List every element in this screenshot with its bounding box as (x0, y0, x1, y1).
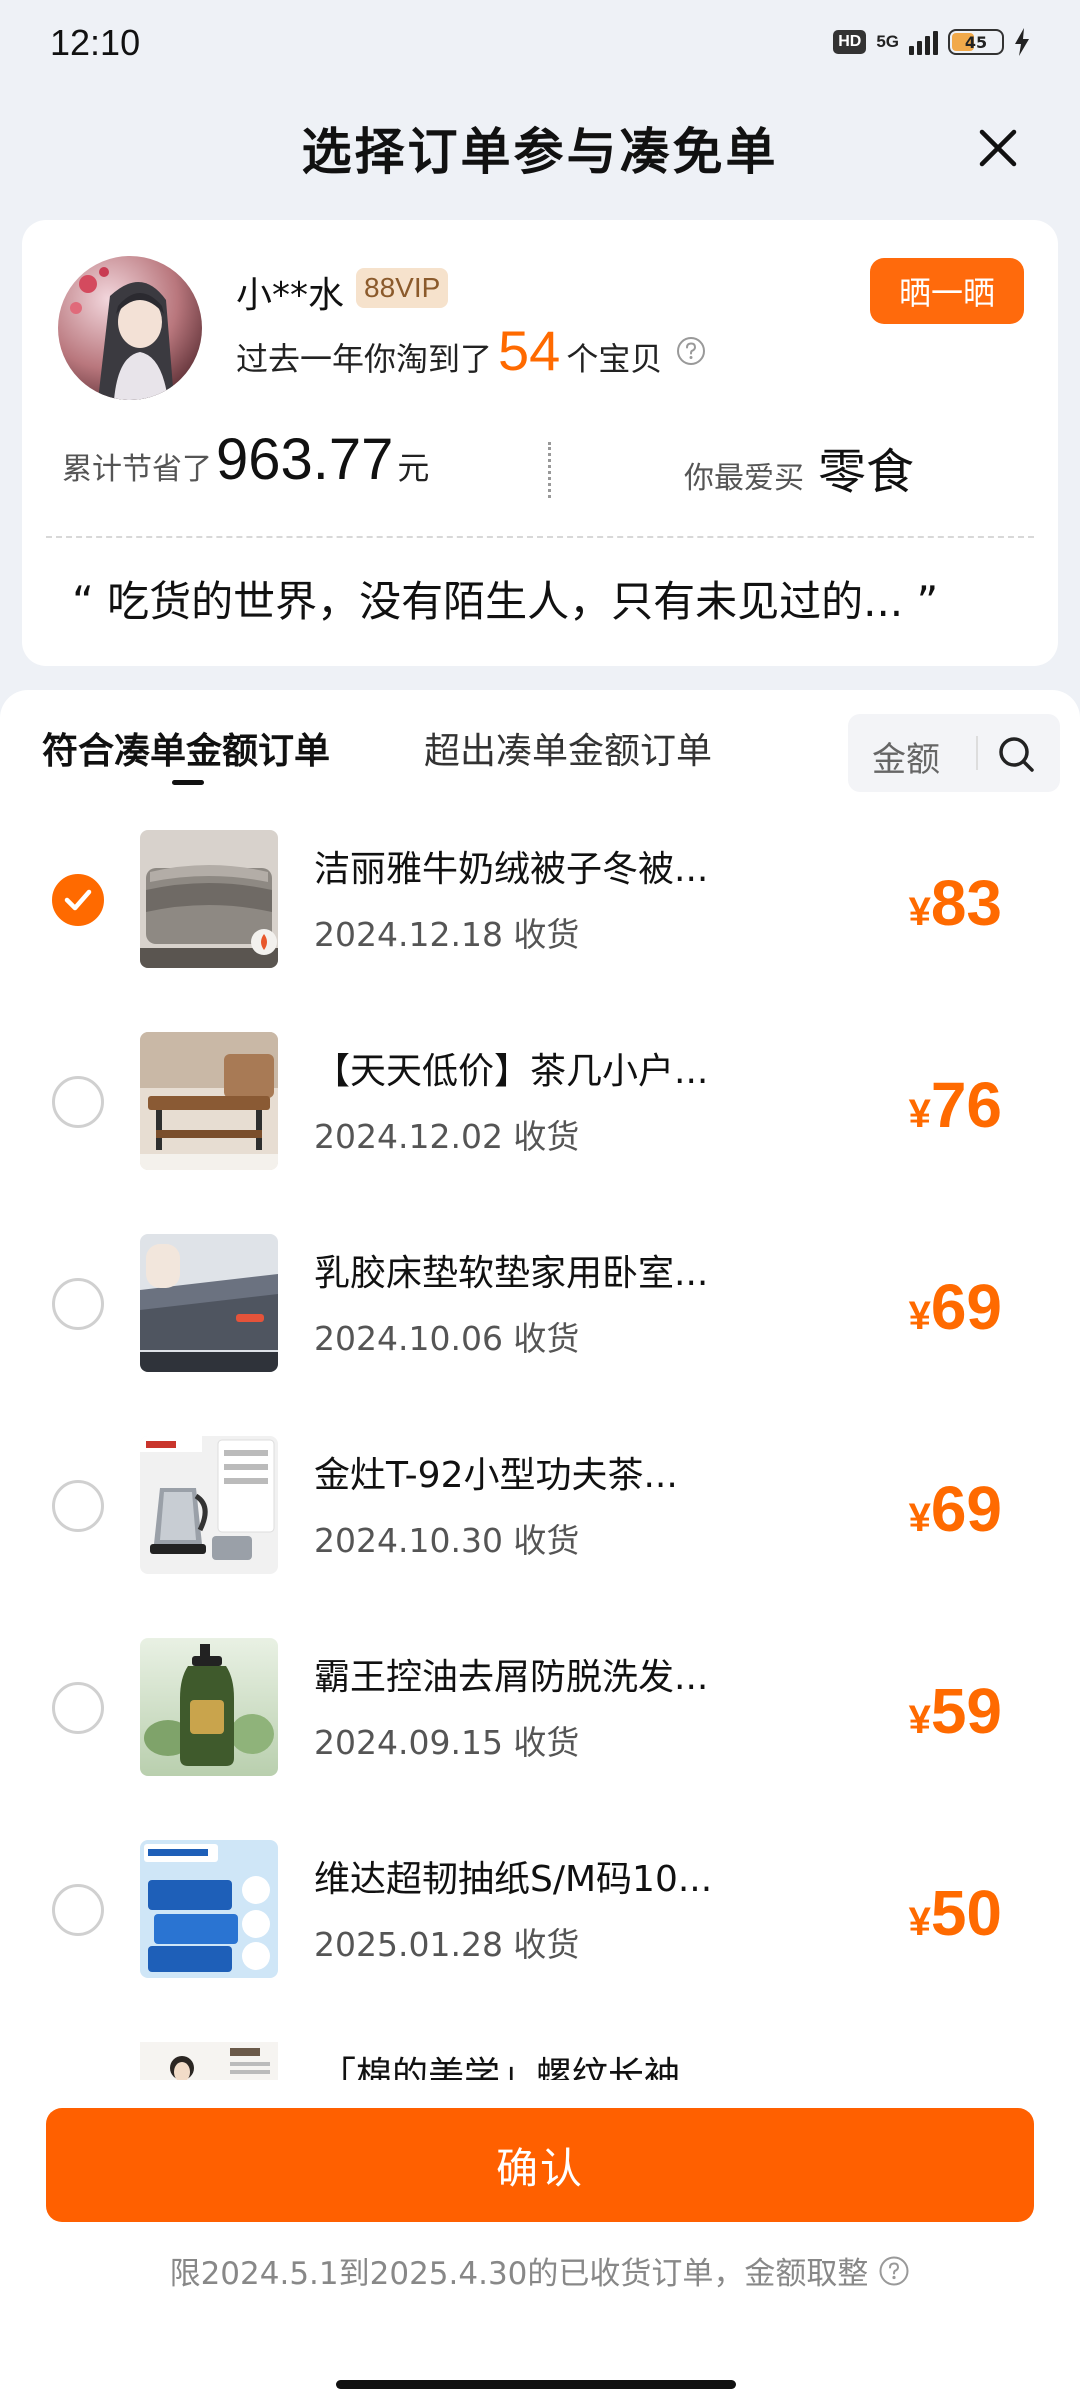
stats-divider (548, 442, 551, 498)
order-date: 2024.12.18 收货 (314, 915, 580, 954)
order-price: ¥50 (909, 1876, 1002, 1950)
order-item[interactable]: 乳胶床垫软垫家用卧室... 2024.10.06 收货 ¥69 (0, 1234, 1080, 1436)
status-time: 12:10 (50, 22, 141, 63)
order-price: ¥76 (909, 1068, 1002, 1142)
product-thumbnail-partial (140, 2042, 278, 2082)
product-thumbnail-coffee-table (140, 1032, 278, 1170)
product-thumbnail-mattress (140, 1234, 278, 1372)
avatar[interactable] (58, 256, 202, 400)
saved-amount: 963.77 (216, 427, 394, 492)
close-icon[interactable] (970, 120, 1026, 176)
profile-card: 小**水 88VIP 晒一晒 过去一年你淘到了 54 个宝贝 累计节省了 963… (22, 220, 1058, 666)
order-date: 2024.12.02 收货 (314, 1117, 580, 1156)
network-5g-icon: 5G (876, 32, 899, 51)
order-date: 2024.10.06 收货 (314, 1319, 580, 1358)
rule-note: 限2024.5.1到2025.4.30的已收货订单，金额取整 (0, 2248, 1080, 2293)
sort-search-box: 金额 (848, 714, 1060, 792)
order-item[interactable]: 霸王控油去屑防脱洗发... 2024.09.15 收货 ¥59 (0, 1638, 1080, 1840)
search-icon[interactable] (994, 732, 1038, 776)
page-title: 选择订单参与凑免单 (301, 123, 779, 181)
order-item[interactable]: 维达超韧抽纸S/M码10... 2025.01.28 收货 ¥50 (0, 1840, 1080, 2042)
saved-summary: 累计节省了 963.77 元 (62, 426, 429, 493)
status-bar: 12:10 HD 5G 45 (0, 0, 1080, 92)
order-title: 乳胶床垫软垫家用卧室... (314, 1253, 709, 1294)
home-indicator[interactable] (336, 2380, 736, 2389)
order-checkbox[interactable] (52, 1682, 104, 1734)
order-checkbox[interactable] (52, 1076, 104, 1128)
summary-suffix: 个宝贝 (566, 340, 663, 378)
order-title: 霸王控油去屑防脱洗发... (314, 1657, 709, 1698)
saved-label: 累计节省了 (62, 452, 212, 487)
product-thumbnail-tissue (140, 1840, 278, 1978)
price-currency: ¥ (908, 1900, 931, 1944)
order-date: 2024.09.15 收货 (314, 1723, 580, 1762)
summary-count: 54 (498, 319, 561, 382)
order-checkbox[interactable] (52, 874, 104, 926)
price-value: 83 (930, 867, 1002, 939)
tab-indicator (172, 780, 204, 785)
order-price: ¥59 (909, 1674, 1002, 1748)
tab-eligible-orders[interactable]: 符合凑单金额订单 (42, 722, 330, 774)
price-value: 69 (930, 1473, 1002, 1545)
favorite-summary: 你最爱买 零食 (684, 432, 914, 502)
order-list: 洁丽雅牛奶绒被子冬被... 2024.12.18 收货 ¥83 【天天低价】茶几… (0, 830, 1080, 2042)
rule-note-text: 限2024.5.1到2025.4.30的已收货订单，金额取整 (169, 2256, 869, 2292)
username: 小**水 (236, 275, 345, 316)
vip-badge: 88VIP (356, 268, 449, 308)
purchase-summary: 过去一年你淘到了 54 个宝贝 (236, 318, 706, 383)
tab-exceeded-orders[interactable]: 超出凑单金额订单 (424, 722, 712, 774)
battery-level: 45 (964, 32, 988, 52)
product-thumbnail-kettle (140, 1436, 278, 1574)
price-currency: ¥ (908, 890, 931, 934)
order-title: 洁丽雅牛奶绒被子冬被... (314, 849, 709, 890)
order-date: 2025.01.28 收货 (314, 1925, 580, 1964)
order-item[interactable]: 金灶T-92小型功夫茶... 2024.10.30 收货 ¥69 (0, 1436, 1080, 1638)
hd-icon: HD (833, 30, 867, 54)
order-price: ¥69 (909, 1270, 1002, 1344)
price-value: 59 (930, 1675, 1002, 1747)
order-price: ¥69 (909, 1472, 1002, 1546)
profile-quote: “ 吃货的世界，没有陌生人，只有未见过的... ” (72, 577, 939, 626)
order-price: ¥83 (909, 866, 1002, 940)
share-button[interactable]: 晒一晒 (870, 258, 1024, 324)
order-checkbox[interactable] (52, 1884, 104, 1936)
favorite-category: 零食 (818, 444, 915, 500)
confirm-button[interactable]: 确认 (46, 2108, 1034, 2222)
card-divider (46, 536, 1034, 538)
product-thumbnail-shampoo (140, 1638, 278, 1776)
signal-icon (909, 29, 938, 55)
order-title: 维达超韧抽纸S/M码10... (314, 1859, 713, 1900)
order-title: 【天天低价】茶几小户... (314, 1051, 709, 1092)
saved-unit: 元 (397, 449, 430, 487)
price-currency: ¥ (908, 1092, 931, 1136)
check-icon (64, 889, 92, 911)
order-date: 2024.10.30 收货 (314, 1521, 580, 1560)
price-currency: ¥ (908, 1698, 931, 1742)
order-checkbox[interactable] (52, 1278, 104, 1330)
favorite-label: 你最爱买 (684, 461, 804, 496)
price-value: 76 (930, 1069, 1002, 1141)
help-icon[interactable] (676, 336, 706, 366)
price-currency: ¥ (908, 1496, 931, 1540)
sort-divider (976, 736, 978, 770)
order-item[interactable]: 洁丽雅牛奶绒被子冬被... 2024.12.18 收货 ¥83 (0, 830, 1080, 1032)
order-title: 金灶T-92小型功夫茶... (314, 1455, 678, 1496)
charging-bolt-icon (1015, 28, 1029, 56)
order-checkbox[interactable] (52, 1480, 104, 1532)
sort-by-amount-button[interactable]: 金额 (872, 732, 940, 781)
bottom-bar: 确认 限2024.5.1到2025.4.30的已收货订单，金额取整 (0, 2080, 1080, 2400)
help-icon[interactable] (878, 2255, 910, 2287)
status-icons: HD 5G 45 (833, 28, 1030, 56)
price-currency: ¥ (908, 1294, 931, 1338)
price-value: 69 (930, 1271, 1002, 1343)
price-value: 50 (930, 1877, 1002, 1949)
battery-icon: 45 (948, 29, 1004, 55)
order-item[interactable]: 【天天低价】茶几小户... 2024.12.02 收货 ¥76 (0, 1032, 1080, 1234)
summary-prefix: 过去一年你淘到了 (236, 340, 493, 378)
product-thumbnail-quilt (140, 830, 278, 968)
